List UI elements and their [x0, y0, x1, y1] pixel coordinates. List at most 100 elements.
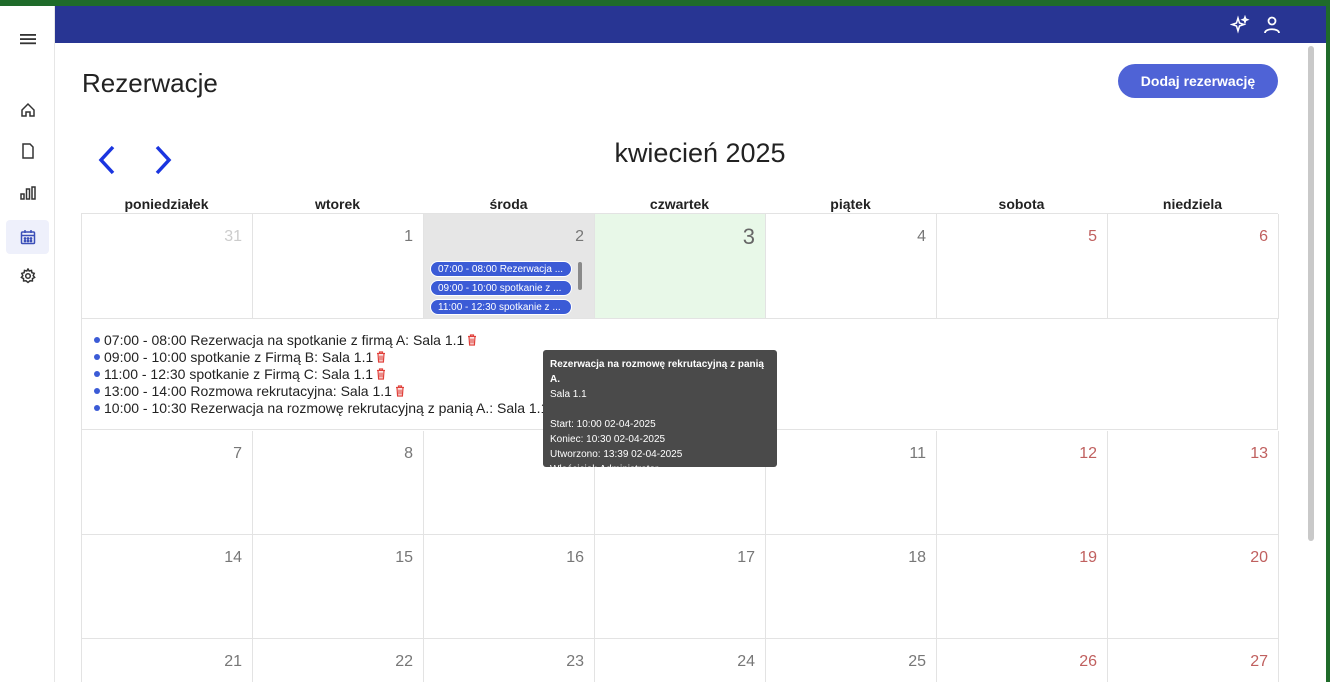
month-label: kwiecień 2025: [614, 138, 786, 168]
chart-icon[interactable]: [17, 182, 39, 204]
settings-icon[interactable]: [17, 265, 39, 287]
event-item[interactable]: 07:00 - 08:00 Rezerwacja na spotkanie z …: [94, 332, 477, 349]
weekday-header: niedziela: [1162, 196, 1223, 212]
event-item[interactable]: 10:00 - 10:30 Rezerwacja na rozmowę rekr…: [94, 400, 561, 417]
day-number: 25: [908, 653, 926, 670]
day-cell[interactable]: 24: [595, 639, 766, 682]
day-cell[interactable]: 17: [595, 535, 766, 639]
day-number: 15: [395, 549, 413, 566]
day-cell[interactable]: 27: [1108, 639, 1279, 682]
day-cell[interactable]: 14: [82, 535, 253, 639]
document-icon[interactable]: [17, 140, 39, 162]
chip-scrollbar[interactable]: [578, 262, 582, 290]
event-item[interactable]: 09:00 - 10:00 spotkanie z Firmą B: Sala …: [94, 349, 386, 366]
day-number: 27: [1250, 653, 1268, 670]
user-icon[interactable]: [1261, 14, 1283, 36]
trash-icon[interactable]: [376, 367, 386, 383]
next-month-arrow-icon[interactable]: [151, 142, 181, 182]
tooltip-start: Start: 10:00 02-04-2025: [550, 419, 656, 430]
event-item[interactable]: 11:00 - 12:30 spotkanie z Firmą C: Sala …: [94, 366, 386, 383]
day-cell-today[interactable]: 3: [595, 214, 766, 319]
day-number: 3: [742, 224, 755, 249]
event-dot: [94, 371, 100, 377]
day-cell[interactable]: 13: [1108, 431, 1279, 535]
day-number: 31: [224, 228, 242, 245]
day-number: 4: [917, 228, 926, 245]
day-cell[interactable]: 11: [766, 431, 937, 535]
event-text: 09:00 - 10:00 spotkanie z Firmą B: Sala …: [104, 349, 374, 365]
trash-icon[interactable]: [395, 384, 405, 400]
day-number: 20: [1250, 549, 1268, 566]
day-cell[interactable]: 31: [82, 214, 253, 319]
day-number: 12: [1079, 445, 1097, 462]
event-text: 11:00 - 12:30 spotkanie z Firmą C: Sala …: [104, 366, 373, 382]
day-cell[interactable]: 7: [82, 431, 253, 535]
trash-icon[interactable]: [376, 350, 386, 366]
day-cell[interactable]: 6: [1108, 214, 1279, 319]
event-dot: [94, 388, 100, 394]
event-dot: [94, 405, 100, 411]
day-cell[interactable]: 16: [424, 535, 595, 639]
day-cell[interactable]: 26: [937, 639, 1108, 682]
day-number: 16: [566, 549, 584, 566]
day-number: 17: [737, 549, 755, 566]
day-cell[interactable]: 22: [253, 639, 424, 682]
tooltip-end: Koniec: 10:30 02-04-2025: [550, 434, 666, 445]
calendar-icon[interactable]: [17, 226, 39, 248]
day-cell[interactable]: 25: [766, 639, 937, 682]
event-dot: [94, 354, 100, 360]
event-chip[interactable]: 11:00 - 12:30 spotkanie z ...: [430, 299, 572, 315]
day-number: 6: [1259, 228, 1268, 245]
day-cell[interactable]: 5: [937, 214, 1108, 319]
prev-month-arrow-icon[interactable]: [95, 142, 125, 182]
day-number: 22: [395, 653, 413, 670]
day-number: 14: [224, 549, 242, 566]
event-chip[interactable]: 07:00 - 08:00 Rezerwacja ...: [430, 261, 572, 277]
day-cell[interactable]: 15: [253, 535, 424, 639]
day-cell[interactable]: 4: [766, 214, 937, 319]
day-cell[interactable]: 18: [766, 535, 937, 639]
event-tooltip: Rezerwacja na rozmowę rekrutacyjną z pan…: [543, 350, 777, 475]
day-cell-selected[interactable]: 2 07:00 - 08:00 Rezerwacja ... 09:00 - 1…: [424, 214, 595, 319]
day-cell[interactable]: 12: [937, 431, 1108, 535]
event-text: 10:00 - 10:30 Rezerwacja na rozmowę rekr…: [104, 400, 549, 416]
day-number: 7: [233, 445, 242, 462]
event-dot: [94, 337, 100, 343]
day-cell[interactable]: 20: [1108, 535, 1279, 639]
tooltip-created: Utworzono: 13:39 02-04-2025: [550, 449, 683, 460]
day-number: 5: [1088, 228, 1097, 245]
tooltip-title: Rezerwacja na rozmowę rekrutacyjną z pan…: [550, 359, 764, 385]
weekday-header: wtorek: [314, 196, 361, 212]
window-edge: [1326, 0, 1330, 682]
day-cell[interactable]: 8: [253, 431, 424, 535]
day-number: 11: [909, 445, 926, 462]
weekday-header: sobota: [998, 196, 1045, 212]
tooltip-room: Sala 1.1: [550, 389, 587, 400]
add-reservation-button[interactable]: Dodaj rezerwację: [1118, 64, 1278, 98]
day-number: 23: [566, 653, 584, 670]
day-cell[interactable]: 21: [82, 639, 253, 682]
trash-icon[interactable]: [467, 333, 477, 349]
event-item[interactable]: 13:00 - 14:00 Rozmowa rekrutacyjna: Sala…: [94, 383, 405, 400]
day-cell[interactable]: 1: [253, 214, 424, 319]
day-number: 19: [1079, 549, 1097, 566]
day-number: 21: [224, 653, 242, 670]
day-cell[interactable]: 19: [937, 535, 1108, 639]
day-number: 1: [404, 228, 413, 245]
weekday-header: poniedziałek: [124, 196, 209, 212]
event-chip[interactable]: 09:00 - 10:00 spotkanie z ...: [430, 280, 572, 296]
day-number: 18: [908, 549, 926, 566]
day-number: 8: [404, 445, 413, 462]
day-cell[interactable]: 23: [424, 639, 595, 682]
menu-icon[interactable]: [17, 28, 39, 50]
page-scrollbar[interactable]: [1308, 46, 1314, 541]
home-icon[interactable]: [17, 99, 39, 121]
sparkles-icon[interactable]: [1229, 14, 1251, 36]
day-number: 2: [575, 228, 584, 245]
top-bar: [55, 6, 1326, 43]
sidebar: [0, 6, 55, 682]
tooltip-owner: Właściciel: Administrator: [550, 464, 659, 475]
page-title: Rezerwacje: [82, 68, 218, 98]
event-text: 13:00 - 14:00 Rozmowa rekrutacyjna: Sala…: [104, 383, 392, 399]
weekday-header: środa: [489, 196, 528, 212]
